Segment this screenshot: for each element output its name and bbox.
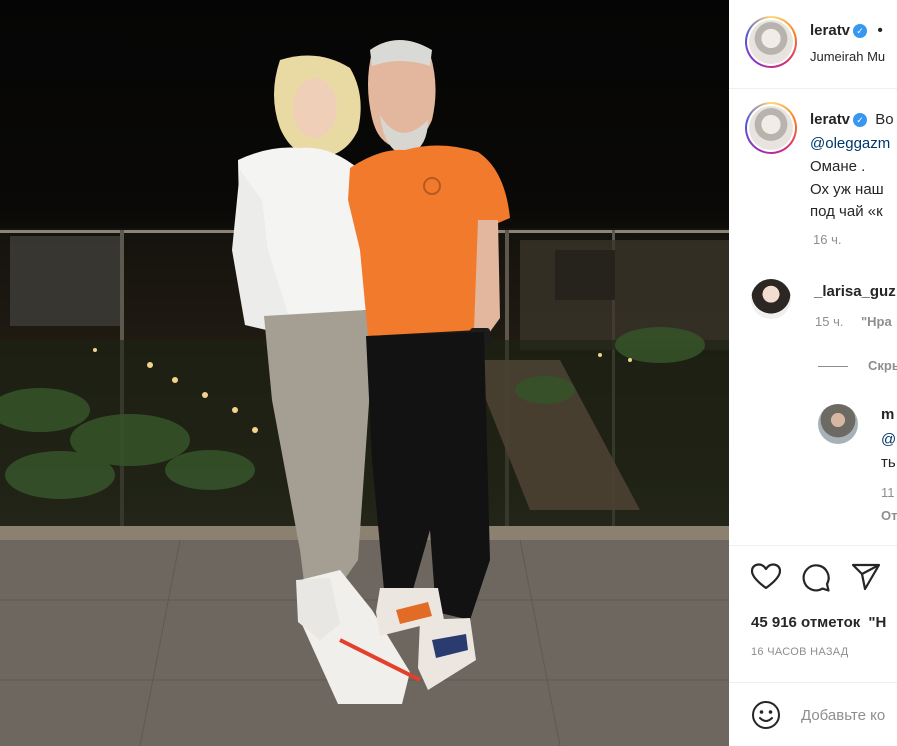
emoji-icon[interactable] <box>751 700 781 730</box>
comment-username[interactable]: _larisa_guz <box>814 283 896 301</box>
ledge <box>0 526 729 540</box>
reply-username[interactable]: m <box>881 406 894 424</box>
caption-line: под чай «к <box>810 203 883 220</box>
post-photo[interactable] <box>0 0 729 746</box>
caption-line: Ох уж наш <box>810 181 884 198</box>
reply-mention[interactable]: @ <box>881 429 896 451</box>
reply-avatar[interactable] <box>818 404 858 444</box>
reply-time: 11 <box>881 485 895 500</box>
verified-badge-icon: ✓ <box>853 113 868 127</box>
input-divider <box>729 682 897 683</box>
reply-text: ть <box>881 454 896 471</box>
caption-line: Омане . <box>810 158 866 175</box>
hide-replies-button[interactable]: Скры <box>868 358 897 373</box>
post-header: leratv ✓ • <box>810 22 883 40</box>
comment-like-link[interactable]: "Нра <box>861 314 892 329</box>
author-avatar[interactable] <box>745 16 797 68</box>
caption-first-line: leratv ✓ Во <box>810 109 894 131</box>
caption-avatar[interactable] <box>745 102 797 154</box>
location-link[interactable]: Jumeirah Mu <box>810 49 885 64</box>
header-divider <box>729 88 897 89</box>
share-icon[interactable] <box>851 563 881 591</box>
caption-username[interactable]: leratv <box>810 111 850 128</box>
heart-icon[interactable] <box>751 563 781 591</box>
comment-input[interactable]: Добавьте ко <box>801 707 885 724</box>
commenter-avatar[interactable] <box>751 279 791 319</box>
verified-badge-icon: ✓ <box>853 24 868 38</box>
author-username[interactable]: leratv <box>810 22 850 39</box>
likes-count[interactable]: 45 916 отметок "Н <box>751 614 886 631</box>
header-dot: • <box>877 22 883 39</box>
caption-time: 16 ч. <box>813 232 842 247</box>
post-timestamp[interactable]: 16 ЧАСОВ НАЗАД <box>751 646 849 658</box>
actions-divider <box>729 545 897 546</box>
replies-line <box>818 366 848 367</box>
comment-icon[interactable] <box>801 563 831 593</box>
photo-scene <box>0 40 729 746</box>
post-side-panel: leratv ✓ • Jumeirah Mu leratv ✓ Во @olegga… <box>729 0 897 746</box>
caption-mention[interactable]: @oleggazm <box>810 133 890 155</box>
comment-time: 15 ч. <box>815 314 844 329</box>
caption-text-start: Во <box>875 111 894 128</box>
reply-button[interactable]: От <box>881 508 897 523</box>
